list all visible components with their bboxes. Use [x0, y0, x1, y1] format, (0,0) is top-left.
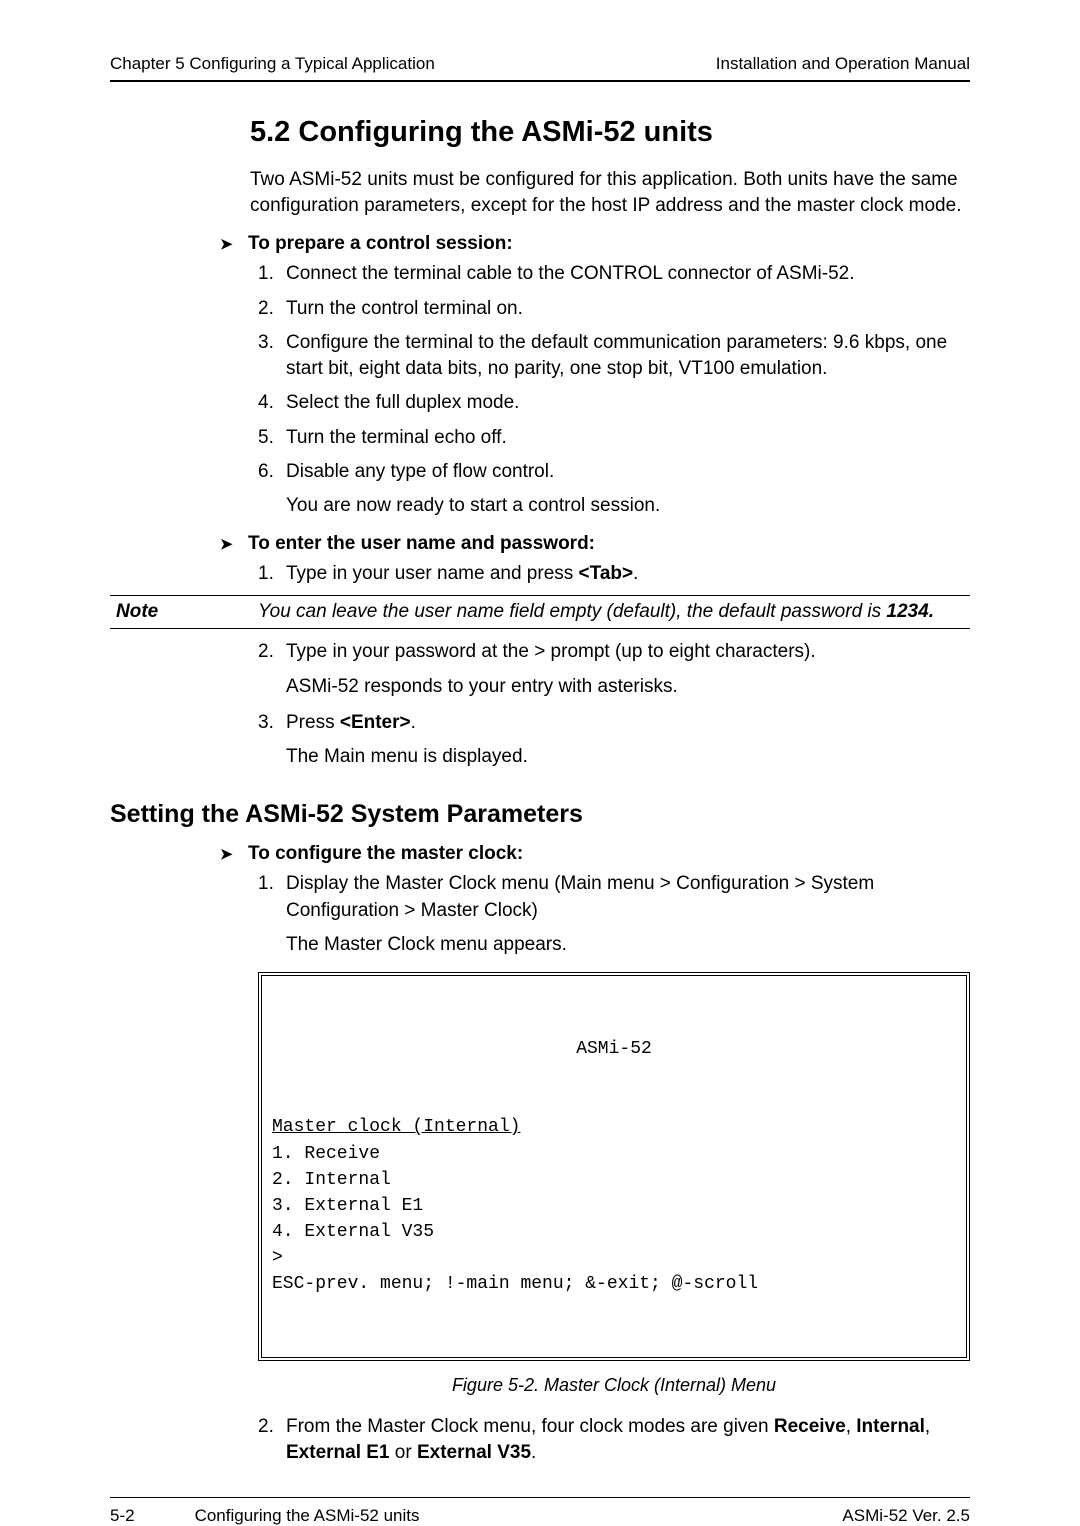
- terminal-prompt: >: [272, 1248, 283, 1268]
- keycap-enter: <Enter>: [340, 712, 411, 733]
- clock-mode-internal: Internal: [856, 1416, 925, 1437]
- list-item: 1. Display the Master Clock menu (Main m…: [258, 871, 970, 923]
- list-item: 5.Turn the terminal echo off.: [258, 425, 970, 451]
- list-item: 1. Type in your user name and press <Tab…: [258, 561, 970, 587]
- arrow-icon: ➤: [220, 535, 242, 553]
- procedure-lead-login: ➤ To enter the user name and password:: [220, 533, 970, 555]
- terminal-footer: ESC-prev. menu; !-main menu; &-exit; @-s…: [272, 1274, 758, 1294]
- note-label: Note: [110, 601, 226, 623]
- procedure-lead-text: To prepare a control session:: [248, 233, 513, 255]
- footer-left: 5-2 Configuring the ASMi-52 units: [110, 1506, 419, 1526]
- terminal-title: ASMi-52: [272, 1036, 956, 1062]
- page-footer: 5-2 Configuring the ASMi-52 units ASMi-5…: [110, 1497, 970, 1526]
- procedure-lead-clock: ➤ To configure the master clock:: [220, 843, 970, 865]
- note-body: You can leave the user name field empty …: [226, 601, 970, 623]
- page-header: Chapter 5 Configuring a Typical Applicat…: [110, 54, 970, 82]
- header-right: Installation and Operation Manual: [716, 54, 970, 74]
- terminal-option: 4. External V35: [272, 1222, 434, 1242]
- clock-mode-external-v35: External V35: [417, 1442, 531, 1463]
- figure-caption: Figure 5-2. Master Clock (Internal) Menu: [258, 1375, 970, 1396]
- procedure-lead-prepare: ➤ To prepare a control session:: [220, 233, 970, 255]
- list-item: 2. Type in your password at the > prompt…: [258, 639, 970, 665]
- section-intro: Two ASMi-52 units must be configured for…: [250, 167, 970, 219]
- terminal-screenshot: ASMi-52 Master clock (Internal) 1. Recei…: [258, 972, 970, 1361]
- clock-mode-external-e1: External E1: [286, 1442, 390, 1463]
- ordered-list-login-cont: 2. Type in your password at the > prompt…: [258, 639, 970, 770]
- list-item: 3. Press <Enter>.: [258, 710, 970, 736]
- subsection-heading: Setting the ASMi-52 System Parameters: [110, 800, 970, 829]
- ordered-list-login: 1. Type in your user name and press <Tab…: [258, 561, 970, 587]
- list-item: 3.Configure the terminal to the default …: [258, 330, 970, 382]
- terminal-option: 1. Receive: [272, 1144, 380, 1164]
- keycap-tab: <Tab>: [579, 563, 634, 584]
- list-sub: ASMi-52 responds to your entry with aste…: [286, 674, 970, 700]
- clock-mode-receive: Receive: [774, 1416, 846, 1437]
- list-item: 4.Select the full duplex mode.: [258, 390, 970, 416]
- default-password: 1234.: [886, 601, 934, 622]
- page-number: 5-2: [110, 1506, 135, 1526]
- arrow-icon: ➤: [220, 235, 242, 253]
- list-sub: The Main menu is displayed.: [286, 744, 970, 770]
- terminal-header-line: Master clock (Internal): [272, 1117, 520, 1137]
- terminal-option: 3. External E1: [272, 1196, 423, 1216]
- terminal-lines: Master clock (Internal) 1. Receive 2. In…: [272, 1114, 956, 1297]
- footer-section: Configuring the ASMi-52 units: [195, 1506, 420, 1526]
- note-row: Note You can leave the user name field e…: [110, 595, 970, 629]
- procedure-lead-text: To configure the master clock:: [248, 843, 523, 865]
- page: Chapter 5 Configuring a Typical Applicat…: [0, 0, 1080, 1397]
- list-item: 2. From the Master Clock menu, four cloc…: [258, 1414, 970, 1466]
- ordered-list-clock: 1. Display the Master Clock menu (Main m…: [258, 871, 970, 958]
- ordered-list-clock-cont: 2. From the Master Clock menu, four cloc…: [258, 1414, 970, 1466]
- list-item: 2.Turn the control terminal on.: [258, 296, 970, 322]
- list-item: 1.Connect the terminal cable to the CONT…: [258, 261, 970, 287]
- footer-version: ASMi-52 Ver. 2.5: [842, 1506, 970, 1526]
- list-sub: The Master Clock menu appears.: [286, 932, 970, 958]
- procedure-lead-text: To enter the user name and password:: [248, 533, 595, 555]
- list-item: 6.Disable any type of flow control.: [258, 459, 970, 485]
- terminal-option: 2. Internal: [272, 1170, 391, 1190]
- ordered-list-prepare: 1.Connect the terminal cable to the CONT…: [258, 261, 970, 519]
- list-tail: You are now ready to start a control ses…: [286, 493, 970, 519]
- header-left: Chapter 5 Configuring a Typical Applicat…: [110, 54, 435, 74]
- arrow-icon: ➤: [220, 845, 242, 863]
- section-heading: 5.2 Configuring the ASMi-52 units: [250, 116, 970, 149]
